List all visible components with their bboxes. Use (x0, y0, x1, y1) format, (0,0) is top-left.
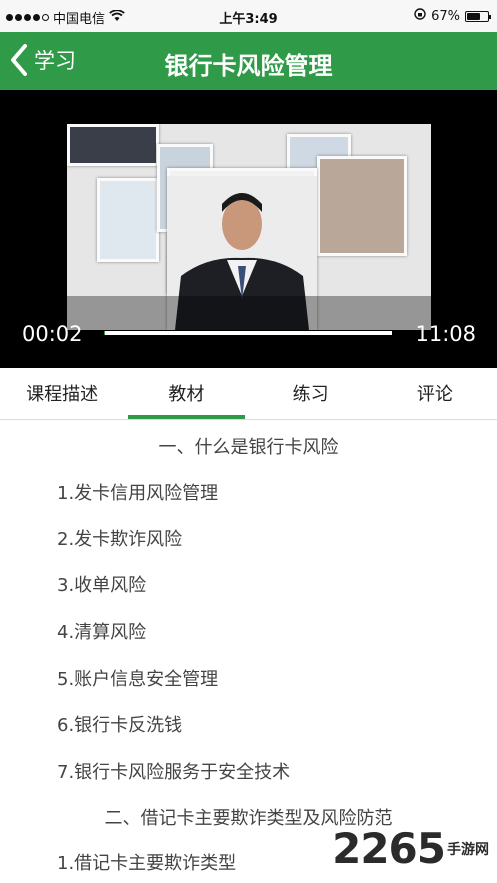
tab-comments[interactable]: 评论 (373, 368, 497, 419)
video-frame (67, 124, 431, 330)
video-duration: 11:08 (415, 322, 476, 346)
video-player[interactable]: 00:02 11:08 (0, 90, 497, 368)
list-item: 2.发卡欺诈风险 (57, 529, 183, 550)
tab-description[interactable]: 课程描述 (0, 368, 124, 419)
battery-percent: 67% (431, 8, 460, 24)
orientation-lock-icon (414, 8, 426, 24)
video-progress-bar[interactable] (104, 331, 392, 335)
tab-materials[interactable]: 教材 (124, 368, 248, 419)
list-item: 1.发卡信用风险管理 (57, 483, 219, 504)
section-heading: 一、什么是银行卡风险 (158, 437, 339, 458)
page-title: 银行卡风险管理 (164, 52, 333, 80)
tab-bar: 课程描述 教材 练习 评论 (0, 368, 497, 420)
materials-content: 一、什么是银行卡风险 1.发卡信用风险管理 2.发卡欺诈风险 3.收单风险 4.… (0, 421, 497, 883)
list-item: 5.账户信息安全管理 (57, 669, 219, 690)
list-item: 6.银行卡反洗钱 (57, 715, 183, 736)
list-item: 3.收单风险 (57, 575, 147, 596)
tab-exercises[interactable]: 练习 (249, 368, 373, 419)
video-current-time: 00:02 (22, 322, 83, 346)
status-bar: 中国电信 上午3:49 67% (0, 0, 497, 32)
battery-icon (465, 10, 491, 22)
watermark-logo: 2265 手游网 (332, 824, 489, 873)
watermark-number: 2265 (332, 824, 446, 873)
list-item: 4.清算风险 (57, 622, 147, 643)
list-item: 1.借记卡主要欺诈类型 (57, 853, 237, 874)
list-item: 7.银行卡风险服务于安全技术 (57, 762, 291, 783)
nav-header: 学习 银行卡风险管理 (0, 32, 497, 90)
battery-status: 67% (414, 8, 491, 24)
watermark-text: 手游网 (447, 841, 489, 858)
